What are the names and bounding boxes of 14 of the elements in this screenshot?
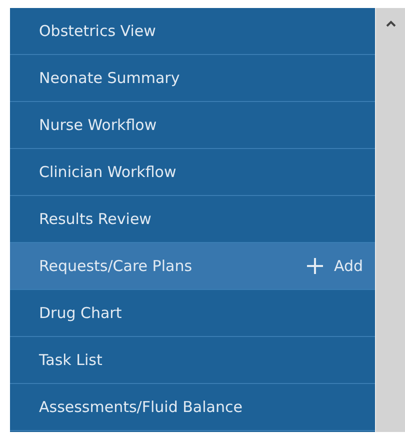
menu-item-label: Requests/Care Plans: [39, 256, 192, 277]
menu-item-label: Nurse Workflow: [39, 114, 157, 136]
menu-item-label: Neonate Summary: [39, 68, 180, 89]
menu-item-label: Obstetrics View: [39, 20, 156, 42]
scrollbar[interactable]: [375, 8, 405, 432]
menu-item-label: Drug Chart: [39, 302, 122, 324]
menu-item[interactable]: Requests/Care Plans Add: [10, 243, 375, 290]
plus-icon: [306, 257, 324, 275]
add-button[interactable]: Add: [306, 254, 363, 278]
menu-item-label: Task List: [39, 350, 102, 371]
menu-item-label: Results Review: [39, 208, 152, 230]
scroll-up-icon[interactable]: [386, 20, 396, 27]
menu-item-label: Assessments/Fluid Balance: [39, 396, 242, 418]
menu-item-label: Clinician Workflow: [39, 162, 176, 183]
